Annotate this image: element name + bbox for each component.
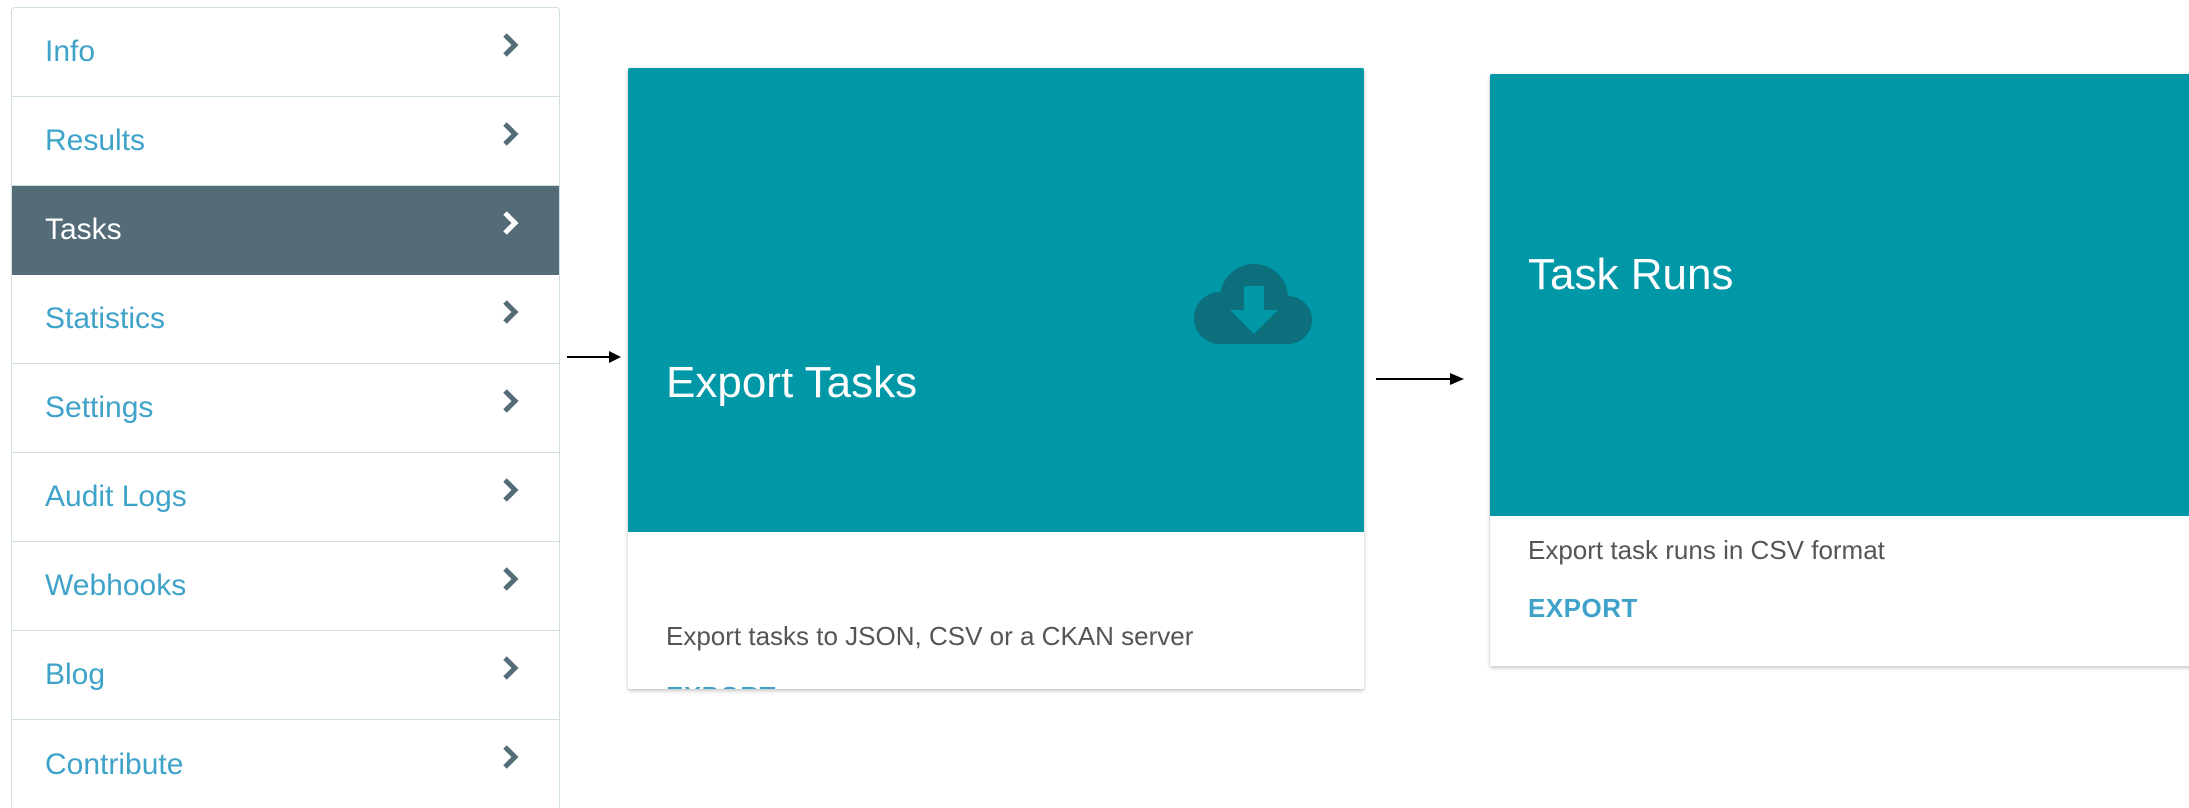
sidebar-item-label: Info <box>45 35 96 68</box>
card-description: Export tasks to JSON, CSV or a CKAN serv… <box>666 621 1194 651</box>
chevron-right-icon <box>503 211 519 235</box>
export-tasks-button[interactable]: EXPORT <box>666 681 776 689</box>
chevron-right-icon <box>503 389 519 413</box>
sidebar-item-blog[interactable]: Blog <box>12 631 559 720</box>
sidebar-item-label: Tasks <box>45 213 122 246</box>
chevron-right-icon <box>503 33 519 57</box>
page: Info Results Tasks Statistics Settings A… <box>0 0 2189 808</box>
flow-arrow-icon <box>1376 373 1464 385</box>
sidebar-nav: Info Results Tasks Statistics Settings A… <box>11 7 560 808</box>
card-title: Task Runs <box>1528 250 1734 299</box>
sidebar-item-settings[interactable]: Settings <box>12 364 559 453</box>
chevron-right-icon <box>503 300 519 324</box>
task-runs-card: Task Runs Export task runs in CSV format… <box>1490 74 2189 666</box>
sidebar-item-contribute[interactable]: Contribute <box>12 720 559 808</box>
export-task-runs-button[interactable]: EXPORT <box>1528 593 1638 624</box>
export-tasks-card: Export Tasks Export tasks to JSON, CSV o… <box>628 68 1364 689</box>
sidebar-item-statistics[interactable]: Statistics <box>12 275 559 364</box>
flow-arrow-icon <box>567 351 621 363</box>
chevron-right-icon <box>503 656 519 680</box>
card-title: Export Tasks <box>666 358 918 407</box>
cloud-download-icon <box>1194 264 1312 344</box>
sidebar-item-label: Audit Logs <box>45 480 187 513</box>
sidebar-item-audit-logs[interactable]: Audit Logs <box>12 453 559 542</box>
sidebar-item-webhooks[interactable]: Webhooks <box>12 542 559 631</box>
chevron-right-icon <box>503 745 519 769</box>
sidebar-item-tasks[interactable]: Tasks <box>12 186 559 275</box>
card-header: Export Tasks <box>628 68 1364 532</box>
sidebar-item-info[interactable]: Info <box>12 8 559 97</box>
chevron-right-icon <box>503 567 519 591</box>
sidebar-item-label: Blog <box>45 658 106 691</box>
chevron-right-icon <box>503 122 519 146</box>
sidebar-item-label: Statistics <box>45 302 166 335</box>
sidebar-item-results[interactable]: Results <box>12 97 559 186</box>
sidebar-item-label: Results <box>45 124 146 157</box>
card-description: Export task runs in CSV format <box>1528 535 1885 565</box>
chevron-right-icon <box>503 478 519 502</box>
sidebar-item-label: Webhooks <box>45 569 187 602</box>
sidebar-item-label: Settings <box>45 391 154 424</box>
sidebar-item-label: Contribute <box>45 747 184 781</box>
card-header: Task Runs <box>1490 74 2189 516</box>
